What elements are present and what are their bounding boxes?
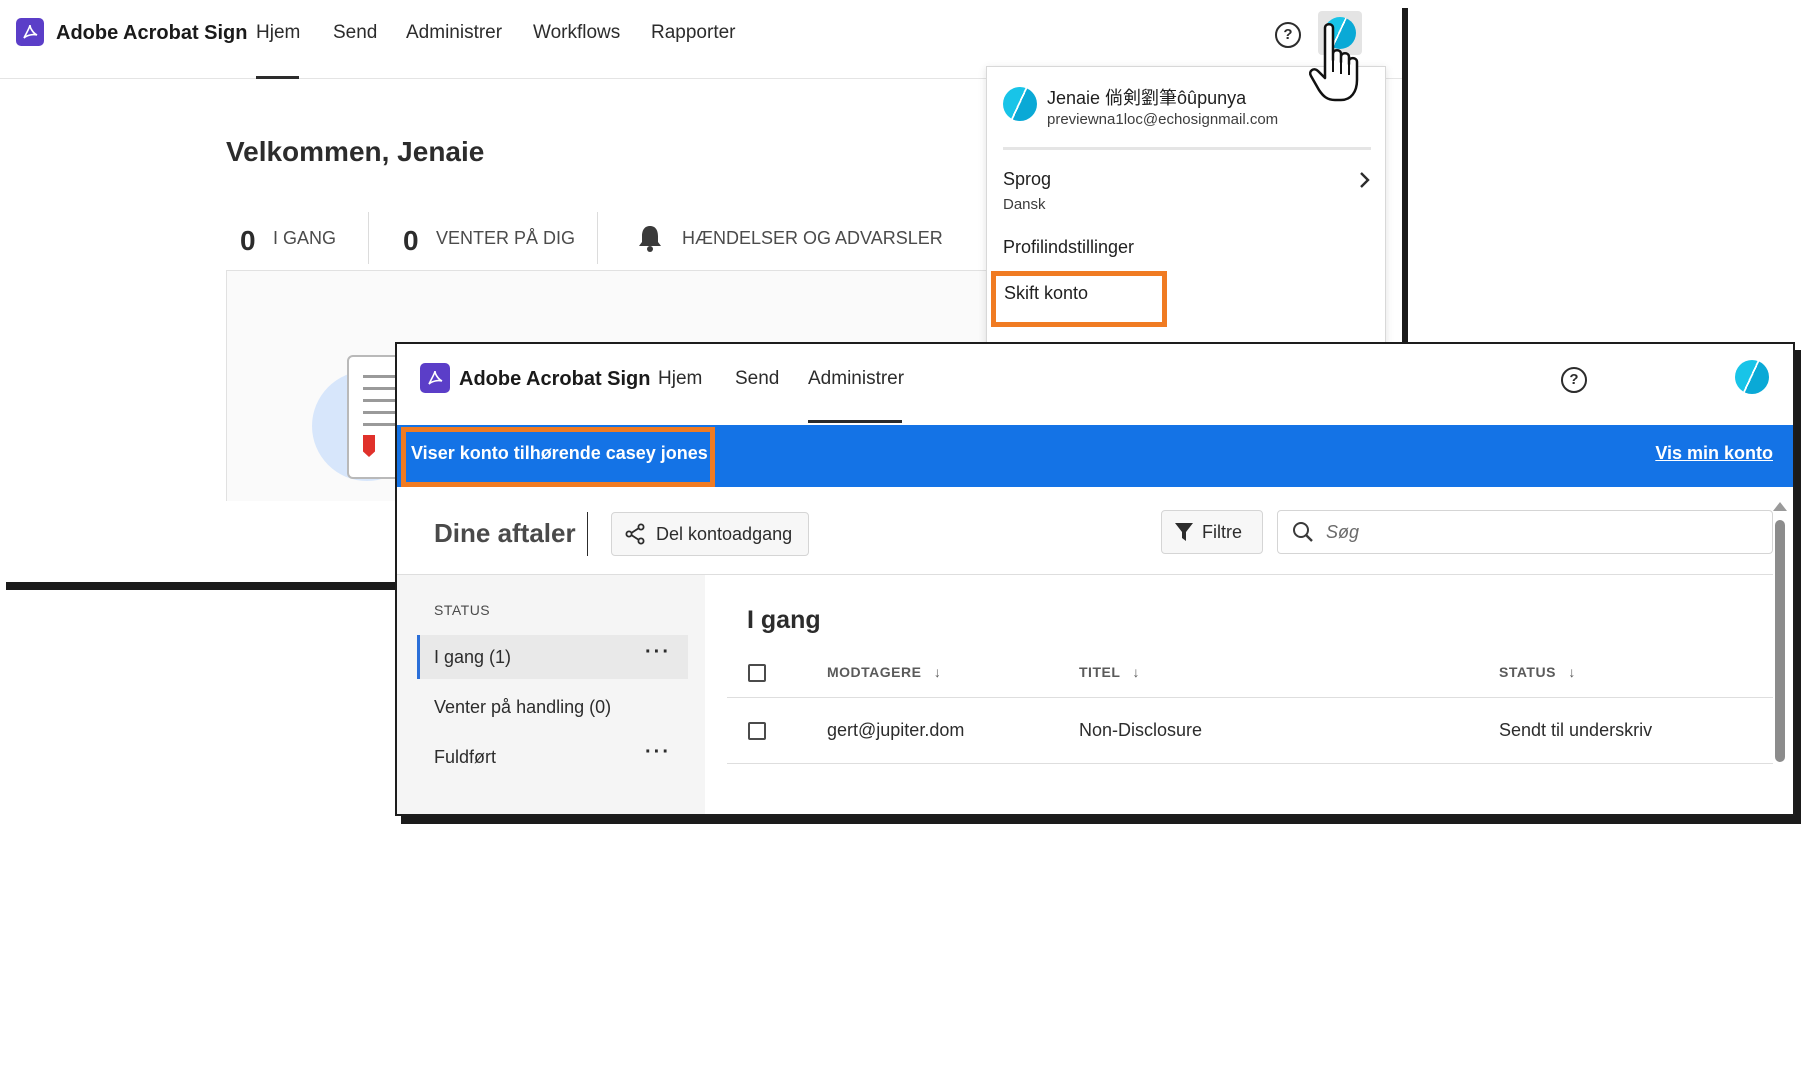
sidebar-item-waiting[interactable]: Venter på handling (0) [434, 697, 611, 718]
chevron-right-icon[interactable] [1359, 171, 1371, 194]
header-separator [727, 697, 1773, 698]
acrobat-logo-icon[interactable] [420, 363, 450, 393]
waiting-label[interactable]: VENTER PÅ DIG [436, 228, 575, 249]
nav-active-indicator [256, 76, 299, 79]
nav-send[interactable]: Send [333, 22, 377, 44]
events-label[interactable]: HÆNDELSER OG ADVARSLER [682, 228, 943, 249]
status-sidebar: STATUS I gang (1) ··· Venter på handling… [397, 575, 705, 814]
column-status-label: STATUS [1499, 664, 1556, 680]
nav-administrer[interactable]: Administrer [808, 368, 904, 390]
language-value: Dansk [1003, 196, 1046, 213]
search-input[interactable]: Søg [1326, 522, 1359, 543]
section-title: I gang [747, 606, 821, 634]
search-icon [1292, 521, 1314, 548]
signature-flag-icon [363, 435, 375, 457]
nav-administrer[interactable]: Administrer [406, 22, 502, 44]
more-icon[interactable]: ··· [645, 741, 671, 764]
row-checkbox[interactable] [748, 722, 766, 740]
select-all-checkbox[interactable] [748, 664, 766, 682]
menu-separator [1003, 147, 1371, 150]
sidebar-item-in-progress[interactable]: I gang (1) [434, 647, 511, 668]
nav-send[interactable]: Send [735, 368, 779, 390]
language-label[interactable]: Sprog [1003, 169, 1051, 190]
filter-label: Filtre [1202, 521, 1242, 542]
scrollbar[interactable] [1773, 502, 1787, 812]
divider [597, 212, 598, 264]
divider [368, 212, 369, 264]
nav-workflows[interactable]: Workflows [533, 22, 620, 44]
nav-hjem[interactable]: Hjem [256, 22, 300, 44]
recipient-cell[interactable]: gert@jupiter.dom [827, 720, 964, 741]
profile-settings-item[interactable]: Profilindstillinger [1003, 237, 1134, 258]
banner-highlight [401, 427, 715, 487]
search-box[interactable]: Søg [1277, 510, 1773, 554]
title-cell[interactable]: Non-Disclosure [1079, 720, 1202, 741]
avatar-icon [1003, 87, 1037, 121]
share-account-button[interactable]: Del kontoadgang [611, 512, 809, 556]
divider [587, 512, 588, 556]
help-icon[interactable]: ? [1275, 22, 1301, 48]
user-email: previewna1loc@echosignmail.com [1047, 111, 1279, 128]
column-recipients-label: MODTAGERE [827, 664, 922, 680]
sort-down-icon[interactable]: ↓ [1568, 664, 1576, 680]
sort-down-icon[interactable]: ↓ [934, 664, 942, 680]
filter-icon [1174, 521, 1194, 543]
column-status[interactable]: STATUS ↓ [1499, 664, 1576, 680]
brand-name[interactable]: Adobe Acrobat Sign [459, 368, 650, 391]
nav-rapporter[interactable]: Rapporter [651, 22, 736, 44]
share-account-label: Del kontoadgang [656, 523, 793, 544]
share-icon [624, 523, 646, 545]
switch-account-highlight [991, 271, 1167, 327]
sidebar-item-completed[interactable]: Fuldført [434, 747, 496, 768]
waiting-count[interactable]: 0 [403, 225, 419, 257]
scrollbar-thumb[interactable] [1775, 520, 1785, 762]
in-progress-count[interactable]: 0 [240, 225, 256, 257]
account-banner: Viser konto tilhørende casey jones Vis m… [397, 425, 1793, 487]
nav-active-indicator [808, 420, 902, 423]
acrobat-logo-icon[interactable] [16, 18, 44, 46]
status-cell[interactable]: Sendt til underskriv [1499, 720, 1652, 741]
row-separator [727, 763, 1773, 764]
column-title-label: TITEL [1079, 664, 1121, 680]
scroll-up-arrow-icon[interactable] [1773, 502, 1787, 511]
hand-cursor-icon [1305, 14, 1365, 109]
status-heading: STATUS [434, 602, 491, 618]
column-recipients[interactable]: MODTAGERE ↓ [827, 664, 941, 680]
view-my-account-link[interactable]: Vis min konto [1655, 443, 1773, 464]
user-name: Jenaie 倘剣劉筆ôûpunya [1047, 88, 1247, 108]
avatar-icon[interactable] [1735, 360, 1769, 394]
manage-screenshot: Adobe Acrobat Sign Hjem Send Administrer… [395, 342, 1795, 816]
nav-hjem[interactable]: Hjem [658, 368, 702, 390]
welcome-heading: Velkommen, Jenaie [226, 136, 485, 167]
help-icon[interactable]: ? [1561, 367, 1587, 393]
page-title: Dine aftaler [434, 518, 576, 548]
brand-name[interactable]: Adobe Acrobat Sign [56, 22, 247, 45]
bell-icon [636, 223, 664, 258]
more-icon[interactable]: ··· [645, 641, 671, 664]
filter-button[interactable]: Filtre [1161, 510, 1263, 554]
in-progress-label[interactable]: I GANG [273, 228, 336, 249]
column-title[interactable]: TITEL ↓ [1079, 664, 1140, 680]
sort-down-icon[interactable]: ↓ [1133, 664, 1141, 680]
